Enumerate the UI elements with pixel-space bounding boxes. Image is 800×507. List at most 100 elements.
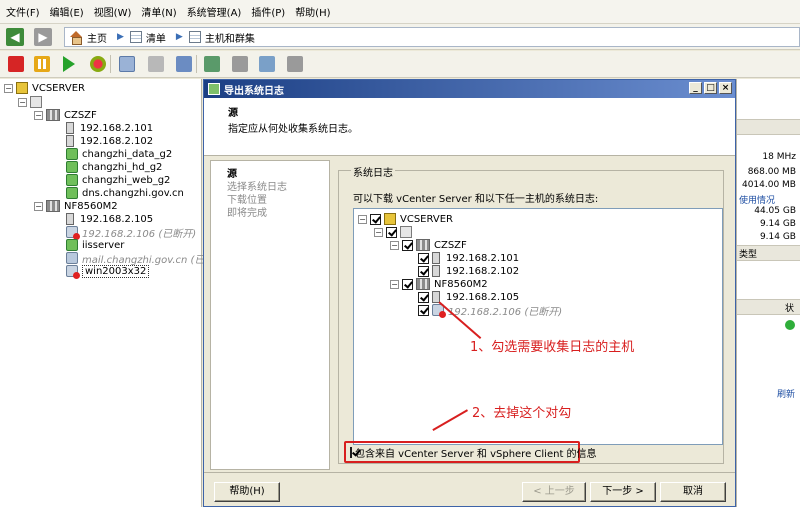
column-header-status[interactable]: 状 <box>737 299 800 315</box>
tree-node-datacenter[interactable]: − <box>18 95 46 109</box>
clone-icon[interactable] <box>287 56 303 72</box>
breadcrumb-hosts-clusters[interactable]: 主机和群集 <box>188 30 255 45</box>
toolbar <box>0 51 800 78</box>
checkbox-vcserver[interactable] <box>370 213 381 225</box>
tree-node-cluster-nf8560m2[interactable]: − NF8560M2 <box>34 199 118 213</box>
storage-used: 9.14 GB <box>759 219 796 229</box>
maximize-icon[interactable]: □ <box>704 82 717 94</box>
minimize-icon[interactable]: _ <box>689 82 702 94</box>
host-icon <box>66 135 74 147</box>
console-icon[interactable] <box>204 56 220 72</box>
tree-node-vm-selected[interactable]: win2003x32 <box>66 264 150 279</box>
forward-arrow-icon[interactable]: ▶ <box>34 27 52 46</box>
tree-node-vm[interactable]: dns.changzhi.gov.cn <box>66 186 184 200</box>
menu-admin[interactable]: 系统管理(A) <box>187 4 242 19</box>
column-header-type[interactable]: 类型 <box>737 245 800 261</box>
nav-bar: ◀ ▶ 主页 ▶ 清单 ▶ 主机和群集 <box>0 24 800 50</box>
status-ok-icon <box>785 320 795 330</box>
summary-panel: 18 MHz 868.00 MB 4014.00 MB 使用情况 44.05 G… <box>736 79 800 507</box>
check-node-host-disconnected[interactable]: 192.168.2.106 (已断开) <box>418 303 562 318</box>
reset-icon[interactable] <box>90 56 106 72</box>
migrate-icon[interactable] <box>232 56 248 72</box>
usage-link[interactable]: 使用情况 <box>739 193 775 206</box>
checkbox-host[interactable] <box>418 291 429 303</box>
host-disconnected-icon <box>66 226 80 240</box>
check-node-czszf[interactable]: − CZSZF <box>390 238 467 252</box>
check-node-host[interactable]: 192.168.2.102 <box>418 264 519 278</box>
include-vcenter-checkbox[interactable] <box>350 446 352 458</box>
cancel-button[interactable]: 取消 <box>660 482 726 502</box>
tree-node-vcserver[interactable]: − VCSERVER <box>4 81 85 95</box>
check-node-nf8560m2[interactable]: − NF8560M2 <box>390 277 488 291</box>
datacenter-icon <box>30 96 42 108</box>
collapse-icon[interactable]: − <box>390 279 399 289</box>
collapse-icon[interactable]: − <box>18 97 27 107</box>
menu-inventory[interactable]: 清单(N) <box>141 4 176 19</box>
include-vcenter-info-option[interactable]: 包含来自 vCenter Server 和 vSphere Client 的信息 <box>344 441 597 463</box>
vm-running-icon <box>66 187 78 199</box>
wizard-steps: 源 选择系统日志 下载位置 即将完成 <box>210 160 330 470</box>
toolbar-divider <box>196 55 197 73</box>
collapse-icon[interactable]: − <box>34 110 43 120</box>
menu-edit[interactable]: 编辑(E) <box>50 4 84 19</box>
cluster-icon <box>416 278 430 290</box>
power-off-icon[interactable] <box>8 56 24 72</box>
power-on-icon[interactable] <box>63 56 75 72</box>
tree-node-cluster-czszf[interactable]: − CZSZF <box>34 108 97 122</box>
help-button[interactable]: 帮助(H) <box>214 482 280 502</box>
memory-capacity: 4014.00 MB <box>741 180 796 190</box>
vcenter-icon <box>384 213 396 225</box>
vm-running-icon <box>66 161 78 173</box>
checkbox-host[interactable] <box>418 265 429 277</box>
snapshot-icon[interactable] <box>119 56 135 72</box>
tree-node-vm[interactable]: changzhi_web_g2 <box>66 173 170 187</box>
cluster-icon <box>46 200 60 212</box>
checkbox-nf8560m2[interactable] <box>402 278 413 290</box>
hosts-clusters-icon <box>188 31 201 43</box>
collapse-icon[interactable]: − <box>34 201 43 211</box>
checkbox-czszf[interactable] <box>402 239 413 251</box>
suspend-icon[interactable] <box>34 56 50 72</box>
tree-node-vm[interactable]: changzhi_data_g2 <box>66 147 172 161</box>
vm-running-icon <box>66 148 78 160</box>
back-arrow-icon[interactable]: ◀ <box>6 27 24 46</box>
collapse-icon[interactable]: − <box>390 240 399 250</box>
close-icon[interactable]: × <box>719 82 732 94</box>
annotation-2: 2、去掉这个对勾 <box>472 406 572 421</box>
host-icon <box>66 122 74 134</box>
tree-node-host-disconnected[interactable]: 192.168.2.106 (已断开) <box>66 225 196 240</box>
menu-view[interactable]: 视图(W) <box>94 4 132 19</box>
collapse-icon[interactable]: − <box>358 214 367 224</box>
host-icon <box>432 252 440 264</box>
step-ready[interactable]: 即将完成 <box>227 204 267 219</box>
checkbox-host[interactable] <box>418 252 429 264</box>
collapse-icon[interactable]: − <box>4 83 13 93</box>
check-node-datacenter[interactable]: − <box>374 225 416 239</box>
menu-plugins[interactable]: 插件(P) <box>251 4 285 19</box>
tree-node-host[interactable]: 192.168.2.101 <box>66 121 153 135</box>
collapse-icon[interactable]: − <box>374 227 383 237</box>
breadcrumb: 主页 ▶ 清单 ▶ 主机和群集 <box>64 27 800 47</box>
revert-snapshot-icon[interactable] <box>148 56 164 72</box>
check-node-vcserver[interactable]: − VCSERVER <box>358 212 453 226</box>
next-button[interactable]: 下一步 > <box>590 482 656 502</box>
cluster-icon <box>416 239 430 251</box>
snapshot-manager-icon[interactable] <box>176 56 192 72</box>
tree-node-host[interactable]: 192.168.2.102 <box>66 134 153 148</box>
breadcrumb-home[interactable]: 主页 <box>69 30 107 45</box>
refresh-link[interactable]: 刷新 <box>777 387 795 400</box>
menu-file[interactable]: 文件(F) <box>6 4 40 19</box>
deploy-icon[interactable] <box>259 56 275 72</box>
checkbox-datacenter[interactable] <box>386 226 397 238</box>
checkbox-host[interactable] <box>418 304 429 316</box>
inventory-tree: − VCSERVER − − CZSZF 192.168.2.101 192.168… <box>0 79 228 507</box>
breadcrumb-inventory[interactable]: 清单 <box>129 30 166 45</box>
menu-bar: 文件(F) 编辑(E) 视图(W) 清单(N) 系统管理(A) 插件(P) 帮助… <box>0 0 800 24</box>
check-node-host[interactable]: 192.168.2.101 <box>418 251 519 265</box>
back-button[interactable]: < 上一步 <box>522 482 586 502</box>
system-logs-area: 系统日志 可以下载 vCenter Server 和以下任一主机的系统日志: −… <box>332 160 734 470</box>
tree-node-vm[interactable]: changzhi_hd_g2 <box>66 160 162 174</box>
storage-free: 9.14 GB <box>759 232 796 242</box>
menu-help[interactable]: 帮助(H) <box>295 4 330 19</box>
memory-usage: 868.00 MB <box>747 167 796 177</box>
